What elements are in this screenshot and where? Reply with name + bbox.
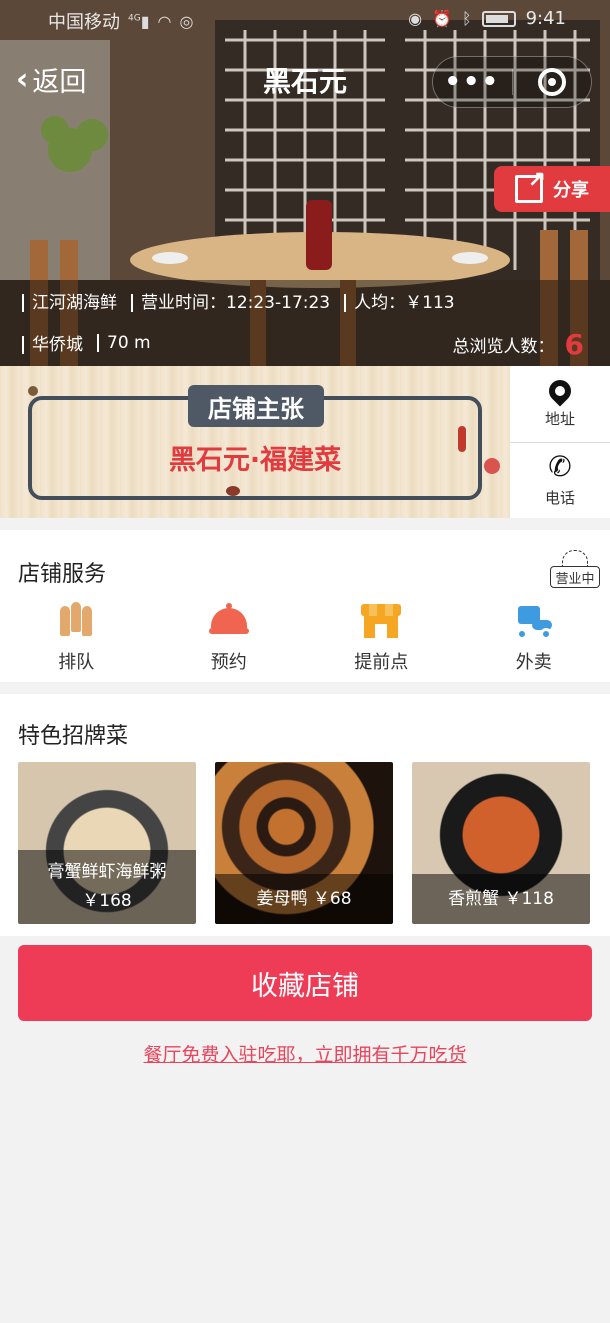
store-hero: 中国移动 4G▮ ◠ ◎ ◉ ⏰ ᛒ 9:41 ‹ 返回 黑石元 ••• ↗ 分… [0,0,610,366]
service-label: 外卖 [515,652,552,673]
service-label: 预约 [210,652,247,673]
service-reserve[interactable]: 预约 [153,600,306,674]
side-actions: 地址 ✆ 电话 [510,366,610,518]
dish-card[interactable]: 香煎蟹 ￥118 [412,762,590,924]
service-delivery[interactable]: 外卖 [458,600,610,674]
banner-tag: 店铺主张 [188,385,324,427]
sign-string [562,550,588,566]
services-title: 店铺服务 [18,562,107,587]
store-info-band: 江河湖海鲜 营业时间：12:23-17:23 人均：￥113 华侨城 70 m … [0,280,610,366]
alarm-icon: ⏰ [432,9,452,28]
service-queue[interactable]: 排队 [0,600,153,674]
dish-price: ￥168 [82,891,132,911]
wifi-icon: ◠ [157,11,172,31]
services-row: 排队 预约 提前点 外卖 [0,600,610,674]
store-services-section: 店铺服务 营业中 排队 预约 提前点 外卖 [0,530,610,682]
store-slogan-banner: 店铺主张 黑石元·福建菜 [0,366,510,518]
shop-icon [361,600,402,640]
location-pin-icon [544,374,576,407]
more-dots-icon: ••• [444,67,501,97]
status-time: 9:41 [525,8,566,29]
phone-label: 电话 [544,489,575,507]
dish-price: ￥118 [504,889,554,909]
service-preorder[interactable]: 提前点 [305,600,458,674]
views-label: 总浏览人数： [452,337,555,357]
open-status-label: 营业中 [550,566,600,588]
views-count: 6 [564,328,584,361]
dish-name: 香煎蟹 [448,889,500,909]
more-button[interactable]: ••• [433,57,512,107]
dish-price: ￥68 [312,889,352,909]
service-label: 排队 [58,652,95,673]
dishes-title: 特色招牌菜 [18,724,129,749]
delivery-icon [514,600,554,640]
share-label: 分享 [553,180,589,201]
decor-bowl-icon [226,486,240,496]
address-label: 地址 [544,409,575,428]
share-icon [515,168,546,203]
bell-icon [208,600,249,640]
store-category: 江河湖海鲜 [22,288,117,313]
signal-icon: 4G▮ [128,11,150,31]
join-link[interactable]: 餐厅免费入驻吃耶，立即拥有千万吃货 [0,1040,610,1067]
store-hours: 营业时间：12:23-17:23 [131,288,330,313]
dishes-row: 膏蟹鲜虾海鲜粥 ￥168 姜母鸭 ￥68 香煎蟹 ￥118 [18,762,590,924]
address-button[interactable]: 地址 [510,366,610,442]
phone-icon: ✆ [548,450,572,483]
miniprogram-capsule: ••• [432,56,592,108]
store-distance: 70 m [97,333,151,353]
bluetooth-icon: ᛒ [461,9,472,28]
views-counter: 总浏览人数： 6 [453,328,584,361]
share-button[interactable]: 分享 [494,166,610,212]
banner-slogan: 黑石元·福建菜 [168,445,342,476]
service-label: 提前点 [354,652,409,673]
dish-caption: 香煎蟹 ￥118 [412,874,590,924]
close-miniprogram-button[interactable] [513,57,592,107]
store-area: 华侨城 [22,330,83,355]
dish-name: 膏蟹鲜虾海鲜粥 [47,862,167,882]
dish-card[interactable]: 姜母鸭 ￥68 [215,762,393,924]
decor-spice-icon [28,386,38,396]
phone-button[interactable]: ✆ 电话 [510,442,610,518]
open-status-sign: 营业中 [550,550,600,588]
dish-name: 姜母鸭 [256,889,308,909]
sync-icon: ◎ [179,11,194,31]
nav-bar: ‹ 返回 黑石元 ••• [0,52,610,108]
carrier-label: 中国移动 [48,12,120,33]
signature-dishes-section: 特色招牌菜 膏蟹鲜虾海鲜粥 ￥168 姜母鸭 ￥68 香煎蟹 ￥118 [0,694,610,936]
target-icon [537,68,566,96]
status-bar: 中国移动 4G▮ ◠ ◎ ◉ ⏰ ᛒ 9:41 [0,0,610,40]
dish-caption: 膏蟹鲜虾海鲜粥 ￥168 [18,850,196,924]
dish-caption: 姜母鸭 ￥68 [215,874,393,924]
eye-icon: ◉ [408,9,423,28]
network-type: 4G [128,13,141,24]
collect-store-button[interactable]: 收藏店铺 [18,945,592,1021]
store-avg-price: 人均：￥113 [344,288,455,313]
queue-icon [56,600,96,640]
dish-card[interactable]: 膏蟹鲜虾海鲜粥 ￥168 [18,762,196,924]
battery-icon [481,10,516,27]
